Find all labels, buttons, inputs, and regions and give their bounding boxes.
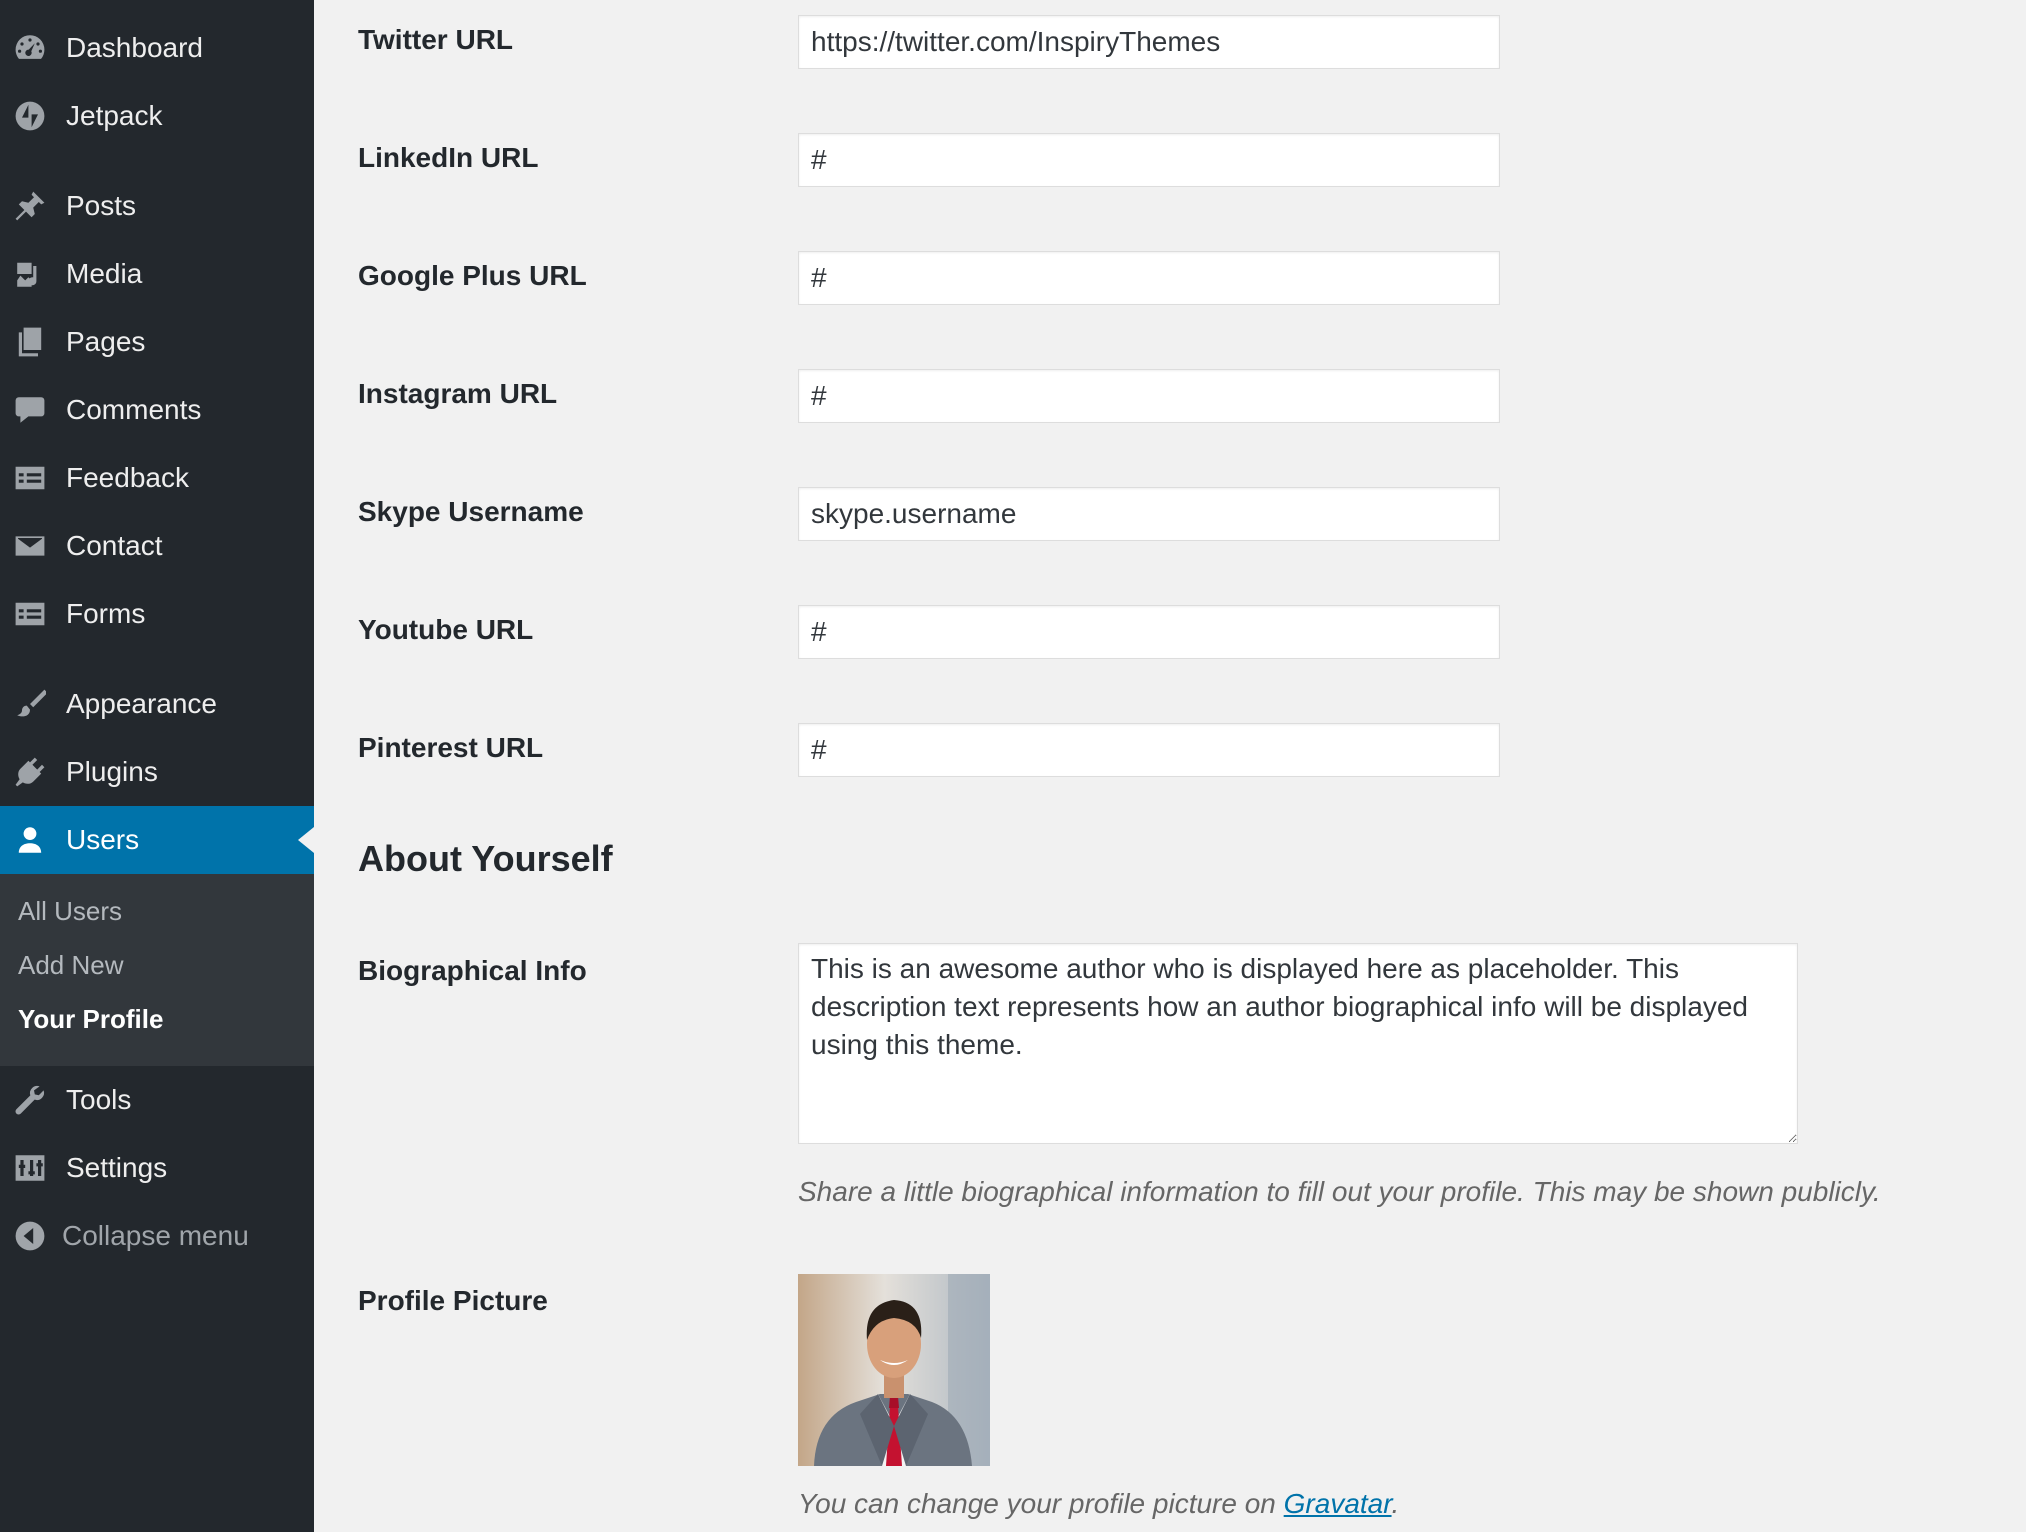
sidebar-item-feedback[interactable]: Feedback (0, 444, 314, 512)
avatar (798, 1274, 990, 1466)
sidebar-item-label: Comments (66, 394, 202, 425)
sidebar-item-forms[interactable]: Forms (0, 580, 314, 648)
comment-icon (13, 393, 47, 427)
current-menu-arrow (298, 827, 314, 853)
bio-description: Share a little biographical information … (798, 1176, 1881, 1207)
twitter-url-field[interactable] (798, 15, 1500, 69)
sidebar-item-tools[interactable]: Tools (0, 1066, 314, 1134)
pages-icon (13, 325, 47, 359)
media-icon (13, 257, 47, 291)
sidebar-item-label: Users (66, 824, 140, 855)
submenu-item-add-new[interactable]: Add New (18, 950, 124, 981)
pinterest-url-label: Pinterest URL (358, 732, 544, 763)
sidebar-item-comments[interactable]: Comments (0, 376, 314, 444)
google-plus-url-field[interactable] (798, 251, 1500, 305)
sidebar-item-contact[interactable]: Contact (0, 512, 314, 580)
sidebar-item-label: Tools (66, 1084, 132, 1115)
settings-icon (13, 1151, 47, 1185)
skype-username-label: Skype Username (358, 496, 584, 527)
sidebar-item-label: Settings (66, 1152, 168, 1183)
wrench-icon (13, 1083, 47, 1117)
sidebar-item-label: Posts (66, 190, 137, 221)
envelope-icon (13, 529, 47, 563)
user-icon (13, 823, 47, 857)
sidebar-item-label: Jetpack (66, 100, 163, 131)
sidebar-item-label: Plugins (66, 756, 158, 787)
google-plus-url-label: Google Plus URL (358, 260, 587, 291)
youtube-url-label: Youtube URL (358, 614, 534, 645)
instagram-url-label: Instagram URL (358, 378, 558, 409)
submenu-item-your-profile[interactable]: Your Profile (18, 1004, 163, 1035)
skype-username-field[interactable] (798, 487, 1500, 541)
sidebar-item-label: Contact (66, 530, 163, 561)
paintbrush-icon (13, 687, 47, 721)
profile-picture-label: Profile Picture (358, 1285, 548, 1316)
sidebar-item-label: Dashboard (66, 32, 203, 63)
sidebar-item-label: Pages (66, 326, 146, 357)
sidebar-item-jetpack[interactable]: Jetpack (0, 82, 314, 150)
sidebar-item-users[interactable]: Users (0, 806, 314, 874)
pinterest-url-field[interactable] (798, 723, 1500, 777)
linkedin-url-label: LinkedIn URL (358, 142, 539, 173)
sidebar-item-pages[interactable]: Pages (0, 308, 314, 376)
sidebar-item-plugins[interactable]: Plugins (0, 738, 314, 806)
twitter-url-label: Twitter URL (358, 24, 514, 55)
sidebar-item-appearance[interactable]: Appearance (0, 670, 314, 738)
sidebar-item-label: Feedback (66, 462, 189, 493)
submenu-item-all-users[interactable]: All Users (18, 896, 122, 927)
pin-icon (13, 189, 47, 223)
linkedin-url-field[interactable] (798, 133, 1500, 187)
admin-sidebar: Dashboard Jetpack Posts Media Pages Comm… (0, 0, 314, 1532)
profile-picture-caption: You can change your profile picture on G… (798, 1488, 1399, 1520)
gravatar-link[interactable]: Gravatar (1284, 1488, 1392, 1519)
sidebar-item-label: Media (66, 258, 143, 289)
collapse-menu-button[interactable]: Collapse menu (0, 1202, 314, 1270)
feedback-icon (13, 461, 47, 495)
caption-suffix: . (1391, 1488, 1400, 1519)
jetpack-icon (13, 99, 47, 133)
collapse-menu-label: Collapse menu (62, 1220, 249, 1251)
forms-icon (13, 597, 47, 631)
sidebar-item-label: Appearance (66, 688, 218, 719)
sidebar-item-label: Forms (66, 598, 146, 629)
biographical-info-label: Biographical Info (358, 955, 587, 986)
dashboard-icon (13, 31, 47, 65)
sidebar-item-dashboard[interactable]: Dashboard (0, 14, 314, 82)
sidebar-item-posts[interactable]: Posts (0, 172, 314, 240)
caption-text: You can change your profile picture on (798, 1488, 1284, 1519)
about-yourself-heading: About Yourself (358, 838, 613, 879)
youtube-url-field[interactable] (798, 605, 1500, 659)
instagram-url-field[interactable] (798, 369, 1500, 423)
collapse-arrow-icon (13, 1219, 47, 1253)
biographical-info-field[interactable]: This is an awesome author who is display… (798, 943, 1798, 1144)
sidebar-item-settings[interactable]: Settings (0, 1134, 314, 1202)
sidebar-item-media[interactable]: Media (0, 240, 314, 308)
users-submenu: All Users Add New Your Profile (0, 874, 314, 1066)
plugin-icon (13, 755, 47, 789)
